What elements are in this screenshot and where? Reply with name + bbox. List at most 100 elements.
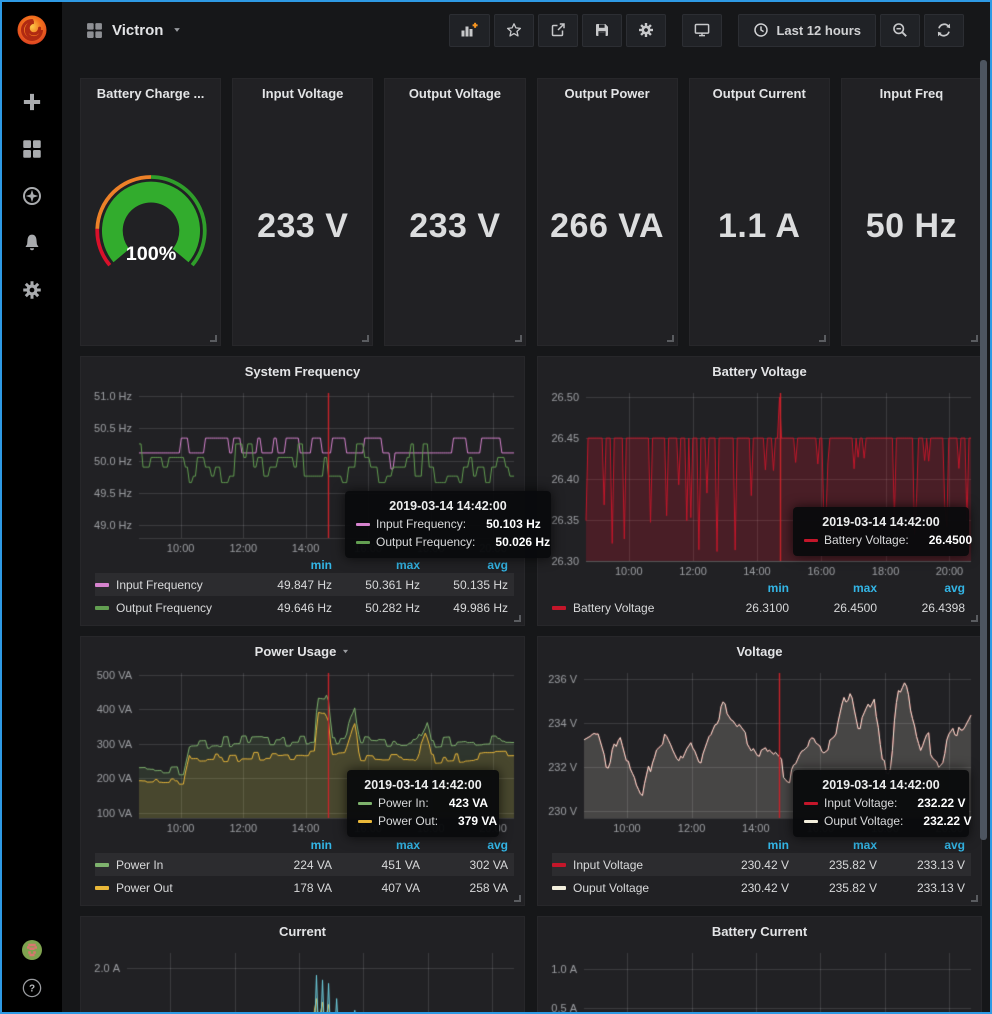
legend-col-min[interactable]: min [707,581,795,595]
chevron-down-icon [341,647,350,656]
panel-title[interactable]: Voltage [538,637,981,665]
resize-handle-icon[interactable] [514,895,521,902]
legend-row: Output Frequency 49.646 Hz50.282 Hz49.98… [95,596,514,619]
panel-title[interactable]: Power Usage [81,637,524,665]
panel-title[interactable]: Output Voltage [385,79,524,107]
sidebar-item-alerting[interactable] [22,233,42,253]
legend-col-min[interactable]: min [707,838,795,852]
star-dashboard-button[interactable] [494,14,534,47]
battery-current-chart[interactable] [538,945,981,1012]
legend-col-avg[interactable]: avg [426,838,514,852]
series-swatch [804,820,818,823]
legend-series-toggle[interactable]: Power Out [95,881,250,895]
sidebar-footer: ? [2,940,62,998]
panel-title[interactable]: Battery Voltage [538,357,981,385]
series-swatch [552,606,566,610]
legend-col-max[interactable]: max [338,558,426,572]
legend-series-toggle[interactable]: Input Frequency [95,578,250,592]
save-dashboard-button[interactable] [582,14,622,47]
star-icon [506,22,522,38]
legend-col-avg[interactable]: avg [883,581,971,595]
legend-col-avg[interactable]: avg [883,838,971,852]
sidebar-item-explore[interactable] [22,186,42,206]
plus-icon [22,92,42,112]
panel-title[interactable]: Current [81,917,524,945]
chart-tooltip-power-usage: 2019-03-14 14:42:00 Power In:423 VA Powe… [347,770,499,837]
stat-value: 50 Hz [866,207,957,246]
zoom-out-icon [892,22,908,38]
panel-title[interactable]: Output Current [690,79,829,107]
vertical-scrollbar[interactable] [980,60,987,840]
help-button[interactable]: ? [22,978,42,998]
legend-col-max[interactable]: max [338,838,426,852]
legend-series-toggle[interactable]: Power In [95,858,250,872]
chart-tooltip-voltage: 2019-03-14 14:42:00 Input Voltage:232.22… [793,770,969,837]
legend-col-max[interactable]: max [795,581,883,595]
legend: minmaxavg Power In 224 VA451 VA302 VA Po… [81,836,524,905]
sidebar-item-create[interactable] [22,92,42,112]
series-swatch [358,820,372,823]
legend-row: Input Voltage 230.42 V235.82 V233.13 V [552,853,971,876]
legend-series-toggle[interactable]: Battery Voltage [552,601,707,615]
legend-series-toggle[interactable]: Output Frequency [95,601,250,615]
panel-title[interactable]: Battery Current [538,917,981,945]
charts-row-3: Current Battery Current [80,916,982,1012]
resize-handle-icon[interactable] [514,615,521,622]
stat-value: 1.1 A [718,207,801,246]
time-range-label: Last 12 hours [776,23,861,38]
dashboard-title[interactable]: Victron [112,22,163,39]
panel-battery-current: Battery Current [537,916,982,1012]
legend-col-max[interactable]: max [795,838,883,852]
resize-handle-icon[interactable] [971,615,978,622]
time-range-button[interactable]: Last 12 hours [738,14,876,47]
panel-output-current: Output Current 1.1 A [689,78,830,346]
panel-title[interactable]: Input Freq [842,79,981,107]
sidebar-item-dashboards[interactable] [22,139,42,159]
chart-tooltip-system-frequency: 2019-03-14 14:42:00 Input Frequency:50.1… [345,491,551,558]
panel-title[interactable]: Battery Charge ... [81,79,220,107]
resize-handle-icon[interactable] [971,895,978,902]
add-panel-button[interactable] [449,14,490,47]
panel-title[interactable]: Output Power [538,79,677,107]
main-area: Victron Last 12 hours [62,2,990,1012]
dashboard-grid-icon [86,22,103,39]
panel-title[interactable]: Input Voltage [233,79,372,107]
refresh-icon [936,22,952,38]
series-swatch [95,583,109,587]
clock-icon [753,22,769,38]
legend-col-min[interactable]: min [250,558,338,572]
chevron-down-icon[interactable] [172,25,182,35]
grafana-flame-icon [14,12,50,48]
legend-row: Input Frequency 49.847 Hz50.361 Hz50.135… [95,573,514,596]
panel-title[interactable]: System Frequency [81,357,524,385]
zoom-out-button[interactable] [880,14,920,47]
refresh-button[interactable] [924,14,964,47]
resize-handle-icon[interactable] [971,335,978,342]
stat-value: 233 V [257,207,348,246]
resize-handle-icon[interactable] [362,335,369,342]
dashboard-settings-button[interactable] [626,14,666,47]
resize-handle-icon[interactable] [210,335,217,342]
legend-series-toggle[interactable]: Input Voltage [552,858,707,872]
stat-value: 233 V [409,207,500,246]
series-swatch [95,886,109,890]
panel-battery-voltage: Battery Voltage minmaxavg Battery Voltag… [537,356,982,626]
dashboard-grid: Battery Charge ... 100% Input Voltage [62,58,990,1012]
legend-col-min[interactable]: min [250,838,338,852]
compass-icon [22,186,42,206]
legend: minmaxavg Input Voltage 230.42 V235.82 V… [538,836,981,905]
resize-handle-icon[interactable] [515,335,522,342]
save-icon [594,22,610,38]
sidebar-item-configuration[interactable] [22,280,42,300]
share-dashboard-button[interactable] [538,14,578,47]
user-avatar[interactable] [22,940,42,960]
resize-handle-icon[interactable] [819,335,826,342]
resize-handle-icon[interactable] [667,335,674,342]
grafana-logo[interactable] [2,2,62,58]
current-chart[interactable] [81,945,524,1012]
legend-col-avg[interactable]: avg [426,558,514,572]
legend-series-toggle[interactable]: Ouput Voltage [552,881,707,895]
cycle-view-button[interactable] [682,14,722,47]
navbar: Victron Last 12 hours [62,2,990,58]
series-swatch [358,802,372,805]
